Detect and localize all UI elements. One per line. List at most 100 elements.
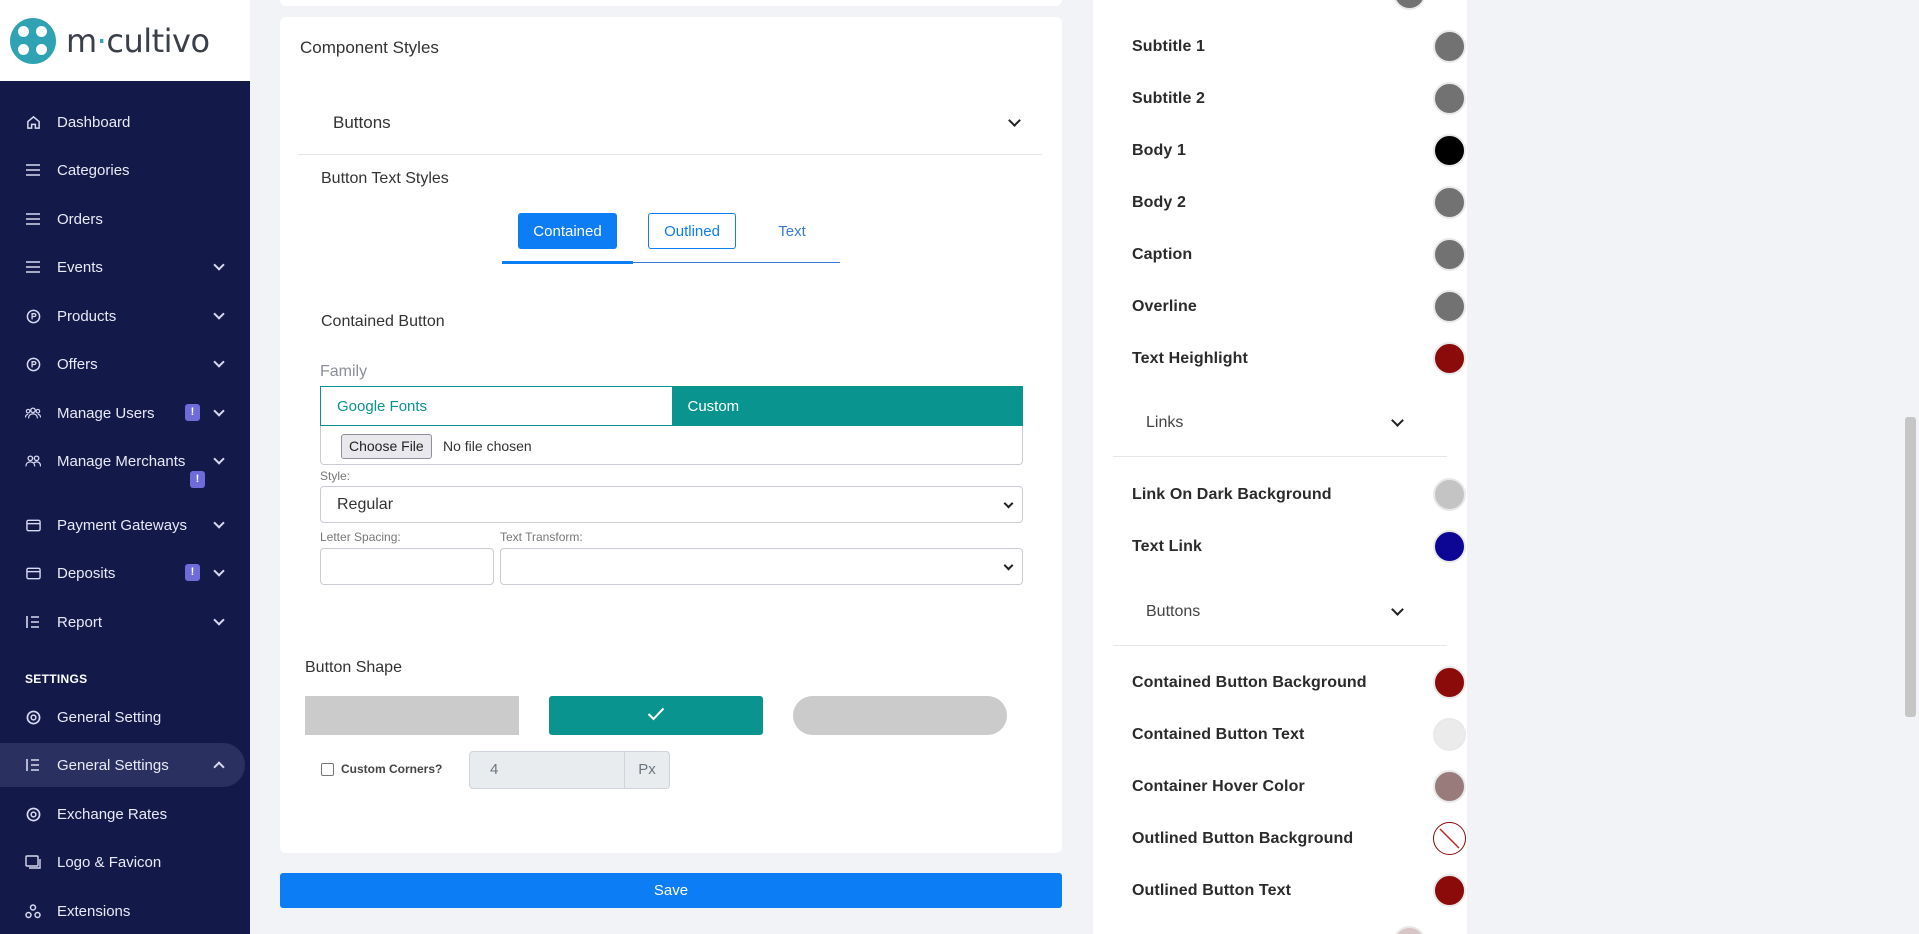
buttons-colors-accordion-header[interactable]: Buttons <box>1113 583 1447 646</box>
color-swatch[interactable] <box>1433 770 1466 803</box>
chevron-down-icon <box>1003 498 1014 509</box>
tab-outlined[interactable]: Outlined <box>648 213 736 249</box>
transparent-swatch-icon[interactable] <box>1433 822 1466 855</box>
shape-rounded-option[interactable] <box>549 696 763 735</box>
letter-spacing-input[interactable] <box>320 548 494 585</box>
color-swatch[interactable] <box>1433 238 1466 271</box>
color-row: Caption <box>1132 238 1466 272</box>
shape-pill-option[interactable] <box>793 696 1007 735</box>
chevron-down-icon <box>1391 414 1404 427</box>
sidebar-item-label: Report <box>57 613 103 631</box>
color-name: Container Hover Color <box>1132 778 1305 795</box>
page-scrollbar[interactable] <box>1905 417 1916 717</box>
sidebar-item-report[interactable]: Report <box>0 600 245 644</box>
image-icon <box>25 854 41 870</box>
links-accordion-header[interactable]: Links <box>1113 394 1447 457</box>
sidebar-item-categories[interactable]: Categories <box>0 148 245 192</box>
color-row: Link On Dark Background <box>1132 478 1466 512</box>
logo-mark-icon <box>10 17 56 64</box>
offer-icon <box>25 356 41 372</box>
alert-badge: ! <box>185 404 200 421</box>
report-icon <box>25 614 41 630</box>
tab-contained[interactable]: Contained <box>518 213 617 249</box>
color-swatch[interactable] <box>1433 30 1466 63</box>
color-settings-panel: Subtitle 1 Subtitle 2 Body 1 Body 2 Capt… <box>1093 0 1467 934</box>
text-transform-select[interactable] <box>500 548 1023 585</box>
button-style-tabs: Contained Outlined Text <box>502 213 840 264</box>
active-tab-indicator <box>502 261 633 264</box>
color-row: Contained Button Background <box>1132 666 1466 700</box>
logo[interactable]: m·cultivo <box>0 0 250 81</box>
color-swatch[interactable] <box>1393 0 1426 10</box>
custom-option[interactable]: Custom <box>671 387 1022 425</box>
color-swatch[interactable] <box>1433 530 1466 563</box>
chevron-down-icon <box>213 453 225 465</box>
color-swatch[interactable] <box>1433 290 1466 323</box>
color-row: Outlined Button Text <box>1132 874 1466 908</box>
custom-corners-checkbox[interactable] <box>321 763 334 776</box>
alert-badge: ! <box>190 471 205 488</box>
color-swatch[interactable] <box>1433 718 1466 751</box>
sidebar-item-deposits[interactable]: Deposits ! <box>0 551 245 595</box>
users-icon <box>25 405 41 421</box>
choose-file-button[interactable]: Choose File <box>341 434 432 459</box>
color-name: Text Link <box>1132 538 1202 555</box>
color-swatch[interactable] <box>1433 186 1466 219</box>
chevron-down-icon <box>213 614 225 626</box>
style-select[interactable]: Regular <box>320 486 1023 523</box>
sidebar-item-logo-favicon[interactable]: Logo & Favicon <box>0 840 245 884</box>
color-swatch[interactable] <box>1433 666 1466 699</box>
color-swatch[interactable] <box>1433 874 1466 907</box>
previous-card-edge <box>280 0 1062 6</box>
home-icon <box>25 114 41 130</box>
sidebar-item-label: Deposits <box>57 564 116 582</box>
contained-button-title: Contained Button <box>321 313 445 330</box>
color-swatch[interactable] <box>1433 134 1466 167</box>
sidebar-item-exchange-rates[interactable]: Exchange Rates <box>0 792 245 836</box>
sidebar-item-payment-gateways[interactable]: Payment Gateways <box>0 503 245 547</box>
shape-square-option[interactable] <box>305 696 519 735</box>
accordion-label: Links <box>1146 414 1184 431</box>
sidebar-item-manage-merchants[interactable]: Manage Merchants <box>0 439 245 483</box>
settings-icon <box>25 806 41 822</box>
color-swatch[interactable] <box>1433 342 1466 375</box>
sidebar-item-offers[interactable]: Offers <box>0 342 245 386</box>
list-icon <box>25 259 41 275</box>
sidebar-item-general-setting[interactable]: General Setting <box>0 695 245 739</box>
color-swatch[interactable] <box>1433 478 1466 511</box>
buttons-accordion-header[interactable]: Buttons <box>298 93 1042 155</box>
text-transform-label: Text Transform: <box>500 530 583 544</box>
section-title: Component Styles <box>300 38 439 57</box>
sidebar-item-general-settings[interactable]: General Settings <box>0 743 245 787</box>
list-icon <box>25 211 41 227</box>
chevron-down-icon <box>213 517 225 529</box>
sidebar-item-dashboard[interactable]: Dashboard <box>0 100 245 144</box>
button-shape-title: Button Shape <box>305 659 402 676</box>
sidebar-item-label: General Settings <box>57 756 169 774</box>
sidebar-item-label: Exchange Rates <box>57 805 168 823</box>
product-icon <box>25 308 41 324</box>
color-row: Text Link <box>1132 530 1466 564</box>
color-name: Caption <box>1132 246 1193 263</box>
card-icon <box>25 517 41 533</box>
font-file-input: Choose File No file chosen <box>320 426 1023 465</box>
google-fonts-option[interactable]: Google Fonts <box>321 387 672 425</box>
color-swatch[interactable] <box>1393 926 1426 934</box>
sidebar-item-products[interactable]: Products <box>0 294 245 338</box>
sidebar-item-label: Orders <box>57 210 103 228</box>
color-row: Text Heighlight <box>1132 342 1466 376</box>
save-button[interactable]: Save <box>280 873 1062 908</box>
sidebar-item-orders[interactable]: Orders <box>0 197 245 241</box>
sidebar-item-manage-users[interactable]: Manage Users ! <box>0 391 245 435</box>
tab-text[interactable]: Text <box>762 213 822 249</box>
sidebar-item-label: General Setting <box>57 708 162 726</box>
sidebar-item-events[interactable]: Events <box>0 245 245 289</box>
chevron-down-icon <box>213 356 225 368</box>
chevron-down-icon <box>213 308 225 320</box>
chevron-down-icon <box>1008 114 1021 127</box>
corner-radius-input[interactable]: 4 <box>469 751 625 789</box>
sidebar-item-extensions[interactable]: Extensions <box>0 889 245 933</box>
chevron-down-icon <box>213 259 225 271</box>
text-styles-title: Button Text Styles <box>321 170 449 187</box>
color-swatch[interactable] <box>1433 82 1466 115</box>
